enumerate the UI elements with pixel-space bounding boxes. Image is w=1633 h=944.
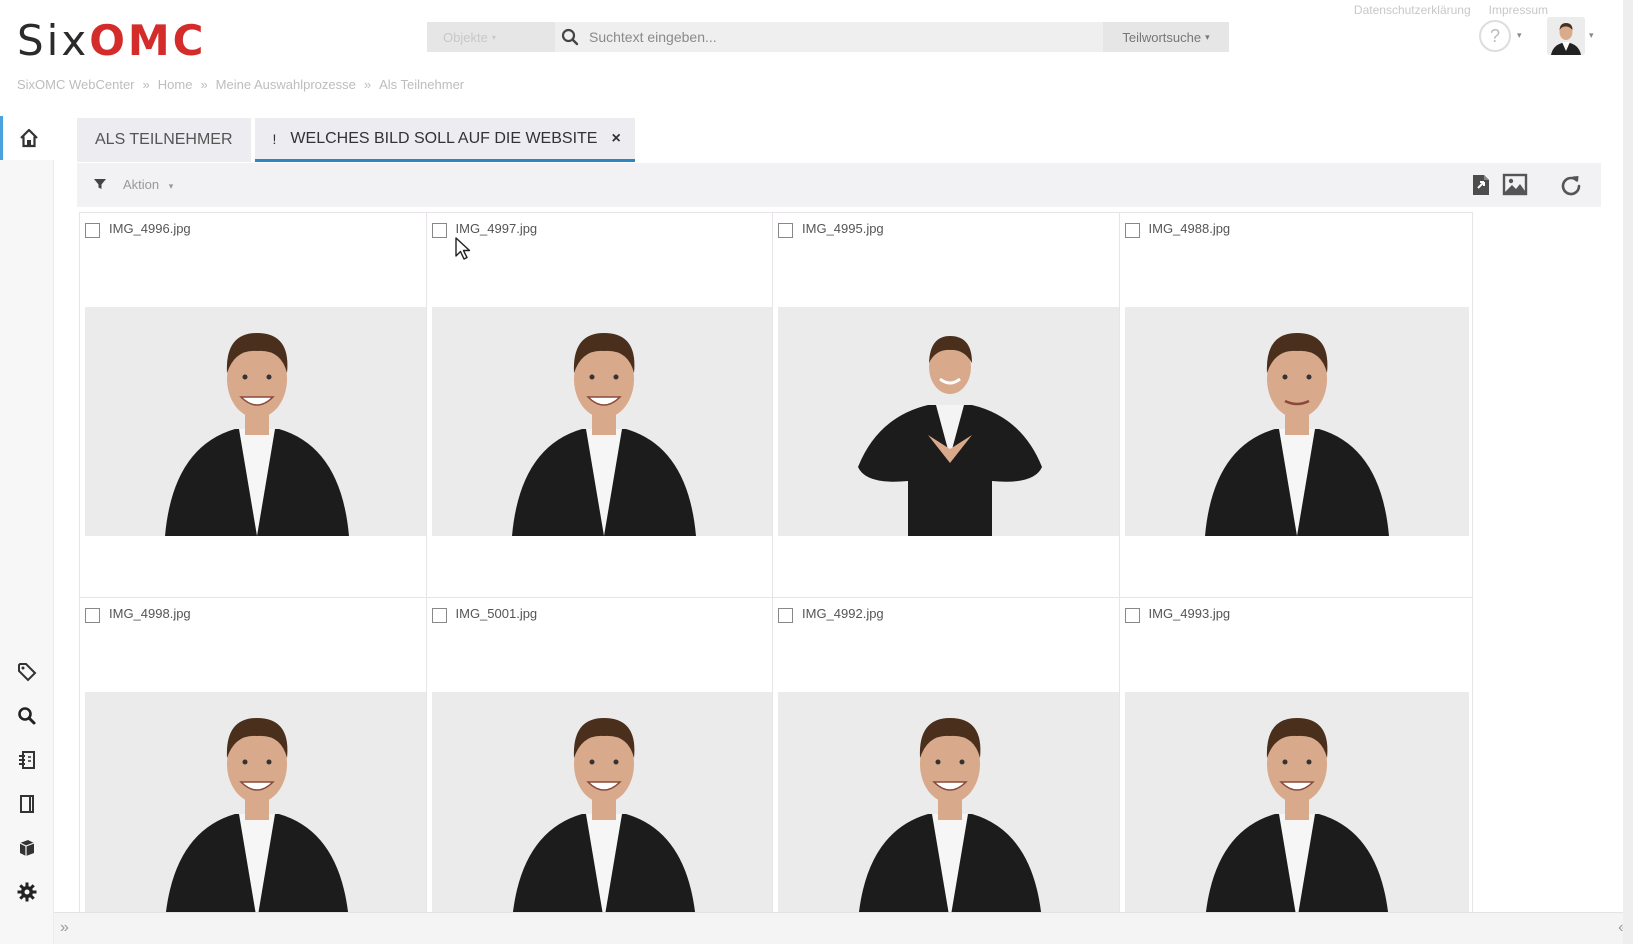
privacy-link[interactable]: Datenschutzerklärung (1354, 3, 1471, 17)
sidebar-item-settings[interactable] (0, 872, 54, 912)
filter-icon[interactable] (93, 177, 107, 196)
chevron-down-icon[interactable]: ▾ (1517, 30, 1522, 41)
image-filename: IMG_4995.jpg (802, 221, 884, 236)
chevron-down-icon: ▾ (168, 181, 174, 191)
sidebar-item-tags[interactable] (0, 652, 54, 692)
search-mode-dropdown[interactable]: Teilwortsuche ▾ (1103, 22, 1229, 52)
help-icon: ? (1489, 25, 1500, 46)
image-filename: IMG_4988.jpg (1148, 221, 1231, 236)
image-filename: IMG_4996.jpg (109, 221, 191, 236)
bottom-bar: » « (54, 912, 1633, 944)
image-thumbnail[interactable] (85, 692, 429, 912)
image-card[interactable]: IMG_5001.jpg (425, 597, 780, 912)
select-checkbox[interactable] (778, 608, 793, 623)
select-checkbox[interactable] (85, 223, 100, 238)
sidebar-item-search[interactable] (0, 696, 54, 736)
document-icon (20, 795, 34, 813)
image-grid: IMG_4996.jpg IMG_4997.jpg IMG_4995.jpg I… (79, 212, 1519, 912)
image-thumbnail[interactable] (431, 692, 776, 912)
chevron-down-icon[interactable]: ▾ (1589, 30, 1594, 41)
breadcrumb-item[interactable]: Home (158, 77, 193, 92)
tab-label: ALS TEILNEHMER (95, 131, 233, 148)
select-checkbox[interactable] (85, 608, 100, 623)
avatar[interactable] (1547, 17, 1585, 55)
sidebar-item-archive[interactable] (0, 828, 54, 868)
image-filename: IMG_4993.jpg (1148, 606, 1231, 621)
object-type-label: Objekte (443, 29, 488, 45)
sidebar-item-selection[interactable] (0, 740, 54, 780)
info-icon: ! (272, 130, 277, 147)
toolbar: Aktion ▾ (77, 163, 1601, 207)
sidebar-item-documents[interactable] (0, 784, 54, 824)
tab-bar: ALS TEILNEHMER ! WELCHES BILD SOLL AUF D… (77, 118, 635, 162)
image-thumbnail[interactable] (85, 307, 429, 536)
object-type-dropdown[interactable]: Objekte ▾ (427, 22, 555, 52)
help-button[interactable]: ? (1479, 20, 1511, 52)
breadcrumb-separator: » (142, 77, 150, 92)
image-filename: IMG_4997.jpg (455, 221, 538, 236)
window-edge (1623, 0, 1633, 944)
image-filename: IMG_5001.jpg (455, 606, 538, 621)
image-card[interactable]: IMG_4998.jpg (79, 597, 433, 912)
gear-icon (17, 882, 37, 902)
select-checkbox[interactable] (431, 608, 447, 623)
search-input[interactable] (585, 22, 1103, 52)
image-thumbnail[interactable] (1124, 307, 1469, 536)
refresh-icon[interactable] (1557, 172, 1585, 205)
action-label: Aktion (123, 177, 160, 192)
image-card[interactable]: IMG_4997.jpg (425, 212, 780, 605)
expand-icon[interactable]: » (60, 919, 69, 937)
image-thumbnail[interactable] (1124, 692, 1469, 912)
image-card[interactable]: IMG_4992.jpg (772, 597, 1126, 912)
breadcrumb-item[interactable]: Meine Auswahlprozesse (216, 77, 356, 92)
close-icon[interactable]: × (611, 130, 620, 148)
sidebar (0, 116, 54, 944)
image-card[interactable]: IMG_4988.jpg (1118, 212, 1473, 605)
select-checkbox[interactable] (1124, 608, 1140, 623)
search-icon (18, 707, 36, 725)
image-filename: IMG_4992.jpg (802, 606, 884, 621)
search-mode-label: Teilwortsuche (1122, 29, 1202, 45)
image-thumbnail[interactable] (431, 307, 776, 536)
tab-label: WELCHES BILD SOLL AUF DIE WEBSITE (290, 129, 598, 147)
tab-welches-bild[interactable]: ! WELCHES BILD SOLL AUF DIE WEBSITE × (254, 118, 635, 162)
image-icon[interactable] (1501, 172, 1529, 203)
breadcrumb-separator: » (363, 77, 372, 92)
logo-part-omc: OMC (89, 16, 207, 65)
logo-part-six: Six (17, 16, 90, 65)
tab-als-teilnehmer[interactable]: ALS TEILNEHMER (77, 118, 251, 162)
image-card[interactable]: IMG_4995.jpg (772, 212, 1126, 605)
box-icon (19, 840, 35, 856)
action-dropdown[interactable]: Aktion ▾ (123, 177, 173, 192)
home-icon (19, 128, 38, 148)
imprint-link[interactable]: Impressum (1489, 3, 1548, 17)
chevron-down-icon: ▾ (1205, 31, 1210, 42)
image-card[interactable]: IMG_4993.jpg (1118, 597, 1473, 912)
image-thumbnail[interactable] (778, 307, 1122, 536)
image-filename: IMG_4998.jpg (109, 606, 191, 621)
mouse-cursor-icon (455, 237, 471, 260)
logo[interactable]: SixOMC (17, 16, 207, 65)
image-thumbnail[interactable] (778, 692, 1122, 912)
breadcrumb-item: Als Teilnehmer (379, 77, 465, 92)
select-checkbox[interactable] (431, 223, 447, 238)
select-checkbox[interactable] (1124, 223, 1140, 238)
chevron-down-icon: ▾ (491, 32, 496, 42)
search-icon[interactable] (555, 22, 585, 52)
breadcrumb-item[interactable]: SixOMC WebCenter (17, 77, 135, 92)
search-bar: Objekte ▾ Teilwortsuche ▾ (427, 22, 1229, 52)
selection-icon (19, 751, 35, 769)
select-checkbox[interactable] (778, 223, 793, 238)
breadcrumb: SixOMC WebCenter » Home » Meine Auswahlp… (17, 77, 464, 92)
sidebar-item-home[interactable] (0, 116, 54, 160)
breadcrumb-separator: » (200, 77, 208, 92)
image-card[interactable]: IMG_4996.jpg (79, 212, 433, 605)
app-window: { "logo": { "part1": "Six", "part2": "OM… (0, 0, 1633, 944)
top-links: Datenschutzerklärung Impressum (1354, 3, 1548, 17)
tag-icon (18, 663, 37, 682)
export-icon[interactable] (1469, 172, 1495, 203)
